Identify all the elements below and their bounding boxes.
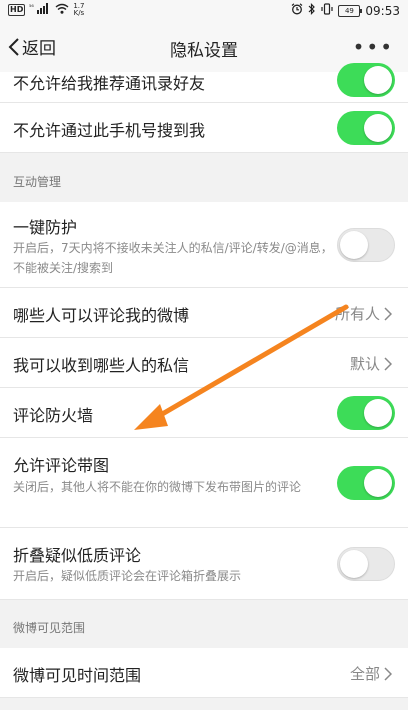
setting-row-firewall[interactable]: 评论防火墙: [0, 388, 408, 438]
recommend-contacts-toggle[interactable]: [337, 63, 395, 97]
setting-title: 微博可见时间范围: [13, 666, 142, 685]
setting-value: 默认: [349, 355, 380, 373]
setting-value: 全部: [349, 665, 380, 683]
setting-description: 开启后，7天内将不接收未关注人的私信/评论/转发/@消息，不能被关注/搜索到: [13, 241, 333, 275]
setting-title: 我可以收到哪些人的私信: [13, 356, 190, 375]
one-key-protect-toggle[interactable]: [337, 228, 395, 262]
battery-icon: 49: [338, 4, 363, 17]
chevron-right-icon: [384, 666, 392, 681]
fold-comments-toggle[interactable]: [337, 547, 395, 581]
setting-row-phone-search[interactable]: 不允许通过此手机号搜到我: [0, 103, 408, 153]
phone-search-toggle[interactable]: [337, 111, 395, 145]
firewall-toggle[interactable]: [337, 396, 395, 430]
section-header-interaction: 互动管理: [0, 153, 408, 202]
setting-title: 折叠疑似低质评论: [13, 546, 142, 565]
hd-badge: HD: [8, 4, 26, 16]
status-bar: HD ⁵⁶ 1.7 K/s 49 09:53: [0, 0, 408, 22]
setting-title: 不允许通过此手机号搜到我: [13, 121, 206, 140]
chevron-right-icon: [384, 306, 392, 321]
network-speed: 1.7 K/s: [73, 2, 85, 17]
allow-image-toggle[interactable]: [337, 466, 395, 500]
setting-row-visible-range[interactable]: 微博可见时间范围 全部: [0, 648, 408, 698]
settings-list: 不允许给我推荐通讯录好友 不允许通过此手机号搜到我 互动管理 一键防护 开启后，…: [0, 63, 408, 698]
setting-title: 不允许给我推荐通讯录好友: [13, 74, 206, 93]
setting-value: 所有人: [334, 305, 380, 323]
setting-row-allow-image[interactable]: 允许评论带图 关闭后，其他人将不能在你的微博下发布带图片的评论: [0, 438, 408, 528]
setting-row-who-comment[interactable]: 哪些人可以评论我的微博 所有人: [0, 288, 408, 338]
vibrate-icon: [321, 3, 334, 18]
setting-row-fold-comments[interactable]: 折叠疑似低质评论 开启后，疑似低质评论会在评论箱折叠展示: [0, 528, 408, 600]
clock: 09:53: [365, 3, 400, 18]
setting-title: 哪些人可以评论我的微博: [13, 306, 190, 325]
setting-row-one-key-protect[interactable]: 一键防护 开启后，7天内将不接收未关注人的私信/评论/转发/@消息，不能被关注/…: [0, 202, 408, 288]
setting-title: 评论防火墙: [13, 406, 94, 425]
cellular-signal-icon: ⁵⁶: [29, 3, 51, 17]
section-header-visibility: 微博可见范围: [0, 600, 408, 648]
network-type: ⁵⁶: [29, 4, 34, 11]
page-title: 隐私设置: [170, 41, 238, 61]
setting-row-who-message[interactable]: 我可以收到哪些人的私信 默认: [0, 338, 408, 388]
setting-row-recommend-contacts[interactable]: 不允许给我推荐通讯录好友: [0, 63, 408, 103]
setting-title: 一键防护: [13, 218, 78, 237]
alarm-icon: [291, 3, 303, 18]
wifi-icon: [55, 3, 69, 17]
setting-description: 关闭后，其他人将不能在你的微博下发布带图片的评论: [13, 480, 302, 494]
setting-description: 开启后，疑似低质评论会在评论箱折叠展示: [13, 569, 242, 583]
more-options-icon[interactable]: •••: [353, 35, 394, 59]
bluetooth-icon: [308, 3, 316, 18]
chevron-right-icon: [384, 356, 392, 371]
setting-title: 允许评论带图: [13, 456, 110, 475]
